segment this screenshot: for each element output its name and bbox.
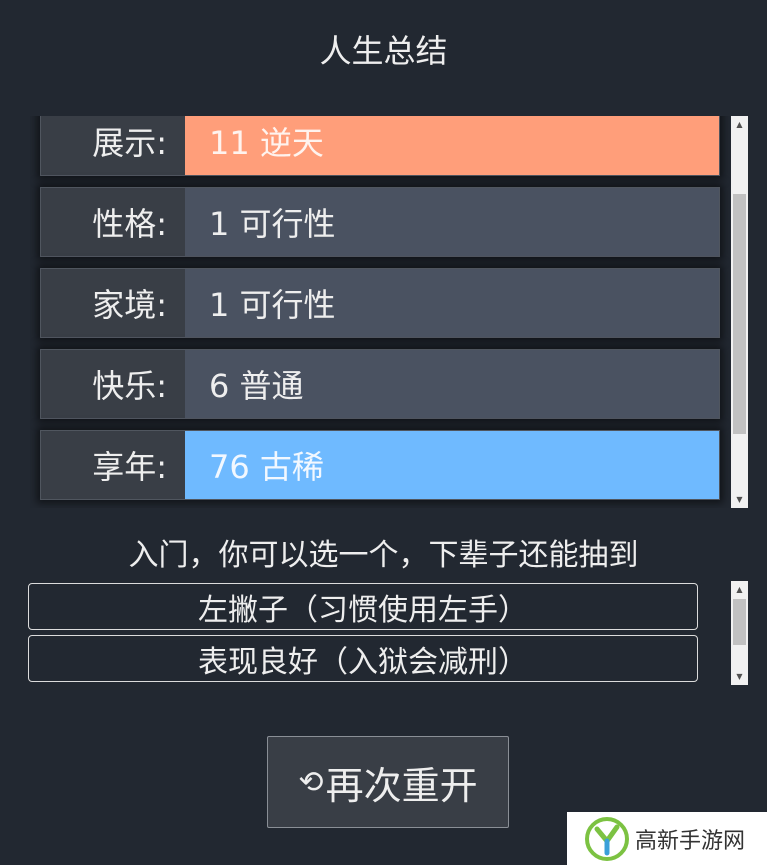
watermark-text: 高新手游网 [635, 828, 746, 854]
life-summary-page: 人生总结 展示: 11 逆天 性格: 1 可行性 家境: 1 可行性 快乐: 6… [0, 0, 767, 865]
scroll-down-arrow-icon[interactable]: ▼ [731, 491, 748, 508]
talent-list: 左撇子（习惯使用左手） 表现良好（入狱会减刑） [28, 583, 698, 687]
summary-label: 展示: [92, 124, 167, 162]
scrollbar-thumb[interactable] [733, 599, 746, 645]
talent-prompt: 入门，你可以选一个，下辈子还能抽到 [128, 538, 639, 573]
summary-row-family: 家境: 1 可行性 [40, 268, 720, 338]
summary-value: 76 古稀 [185, 431, 719, 499]
summary-value: 11 逆天 [185, 116, 719, 175]
scrollbar-thumb[interactable] [733, 194, 746, 434]
restart-button[interactable]: ⟲ 再次重开 [267, 736, 509, 828]
summary-label: 快乐: [92, 367, 167, 405]
scroll-up-arrow-icon[interactable]: ▲ [731, 116, 748, 133]
talent-option[interactable]: 左撇子（习惯使用左手） [28, 583, 698, 630]
refresh-icon: ⟲ [298, 764, 324, 800]
summary-list: 展示: 11 逆天 性格: 1 可行性 家境: 1 可行性 快乐: 6 普通 享… [40, 116, 720, 508]
restart-label: 再次重开 [325, 763, 478, 808]
summary-row-happiness: 快乐: 6 普通 [40, 349, 720, 419]
summary-panel[interactable]: 展示: 11 逆天 性格: 1 可行性 家境: 1 可行性 快乐: 6 普通 享… [30, 116, 748, 508]
talent-scrollbar[interactable]: ▲ ▼ [731, 581, 748, 685]
talent-option[interactable]: 表现良好（入狱会减刑） [28, 635, 698, 682]
summary-row-lifespan: 享年: 76 古稀 [40, 430, 720, 500]
summary-value: 1 可行性 [185, 188, 719, 256]
summary-label: 家境: [92, 286, 167, 324]
summary-row-display: 展示: 11 逆天 [40, 116, 720, 176]
page-title: 人生总结 [319, 32, 448, 70]
summary-label: 享年: [92, 448, 167, 486]
summary-value: 6 普通 [185, 350, 719, 418]
summary-label: 性格: [92, 205, 167, 243]
scroll-down-arrow-icon[interactable]: ▼ [731, 668, 748, 685]
scroll-up-arrow-icon[interactable]: ▲ [731, 581, 748, 598]
summary-value: 1 可行性 [185, 269, 719, 337]
summary-row-personality: 性格: 1 可行性 [40, 187, 720, 257]
watermark-logo-icon [585, 816, 629, 861]
watermark: 高新手游网 [567, 812, 767, 865]
summary-scrollbar[interactable]: ▲ ▼ [731, 116, 748, 508]
